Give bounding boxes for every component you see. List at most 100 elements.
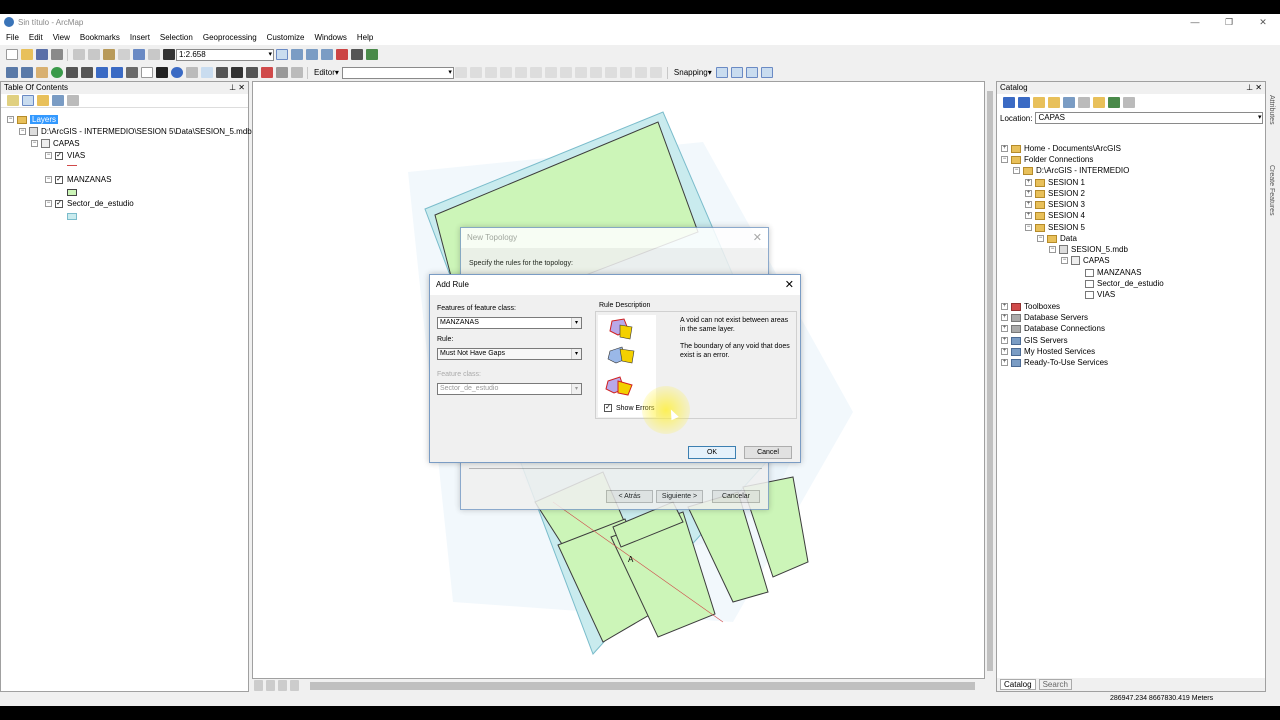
- ok-button[interactable]: OK: [688, 446, 736, 459]
- redo-icon[interactable]: [147, 49, 160, 60]
- catalog-new-folder-icon[interactable]: [1092, 96, 1105, 108]
- close-window-button[interactable]: ✕: [1246, 14, 1280, 30]
- sketch-properties-icon[interactable]: [635, 67, 648, 78]
- create-viewer-icon[interactable]: [290, 67, 303, 78]
- toc-group-row[interactable]: − CAPAS: [31, 139, 80, 148]
- end-point-arc-icon[interactable]: [500, 67, 513, 78]
- catalog-hosted-row[interactable]: + My Hosted Services: [1001, 347, 1095, 356]
- catalog-sesion5-row[interactable]: − SESION 5: [1025, 223, 1085, 232]
- point-icon[interactable]: [530, 67, 543, 78]
- print-icon[interactable]: [50, 49, 63, 60]
- sector-checkbox[interactable]: ✓: [55, 199, 63, 208]
- minimize-button[interactable]: —: [1178, 14, 1212, 30]
- menu-selection[interactable]: Selection: [160, 33, 193, 42]
- catalog-sesion1-row[interactable]: + SESION 1: [1025, 178, 1085, 187]
- forward-extent-icon[interactable]: [110, 67, 123, 78]
- catalog-close-icon[interactable]: ✕: [1255, 83, 1262, 92]
- full-extent-icon[interactable]: [50, 67, 63, 78]
- split-icon[interactable]: [590, 67, 603, 78]
- catalog-connect-folder-icon[interactable]: [1062, 96, 1075, 108]
- feature-class-combo[interactable]: Sector_de_estudio ▾: [437, 383, 582, 395]
- catalog-folder-connections-row[interactable]: − Folder Connections: [1001, 155, 1093, 164]
- menu-view[interactable]: View: [53, 33, 70, 42]
- manzanas-checkbox[interactable]: ✓: [55, 175, 63, 184]
- toc-layers-row[interactable]: − Layers: [7, 115, 59, 124]
- menu-file[interactable]: File: [6, 33, 19, 42]
- next-button[interactable]: Siguiente >: [656, 490, 703, 503]
- create-features-side-tab[interactable]: Create Features: [1268, 165, 1275, 216]
- attributes-side-tab[interactable]: Attributes: [1268, 95, 1275, 125]
- delete-icon[interactable]: [117, 49, 130, 60]
- catalog-sesion2-row[interactable]: + SESION 2: [1025, 189, 1085, 198]
- catalog-db-connections-row[interactable]: + Database Connections: [1001, 324, 1105, 333]
- toc-window-icon[interactable]: [305, 49, 318, 60]
- create-features-icon[interactable]: [650, 67, 663, 78]
- zoom-out-icon[interactable]: [20, 67, 33, 78]
- pause-drawing-icon[interactable]: [289, 680, 299, 691]
- cut-icon[interactable]: [72, 49, 85, 60]
- cancel-button[interactable]: Cancel: [744, 446, 792, 459]
- catalog-sesion4-row[interactable]: + SESION 4: [1025, 211, 1085, 220]
- vias-checkbox[interactable]: ✓: [55, 151, 63, 160]
- clear-selection-icon[interactable]: [140, 67, 153, 78]
- location-combo[interactable]: CAPAS ▾: [1035, 112, 1264, 124]
- editor-menu[interactable]: Editor▾: [314, 68, 339, 77]
- editor-toolbar-icon[interactable]: [275, 49, 288, 60]
- open-folder-icon[interactable]: [20, 49, 33, 60]
- edit-vertices-icon[interactable]: [545, 67, 558, 78]
- find-icon[interactable]: [230, 67, 243, 78]
- layers-label[interactable]: Layers: [30, 115, 59, 124]
- vertical-scroll-thumb[interactable]: [987, 91, 993, 671]
- python-icon[interactable]: [350, 49, 363, 60]
- menu-bookmarks[interactable]: Bookmarks: [80, 33, 120, 42]
- catalog-forward-icon[interactable]: [1017, 96, 1030, 108]
- trace-icon[interactable]: [515, 67, 528, 78]
- add-data-icon[interactable]: [162, 49, 175, 60]
- back-button[interactable]: < Atrás: [606, 490, 653, 503]
- copy-icon[interactable]: [87, 49, 100, 60]
- list-by-drawing-order-icon[interactable]: [6, 95, 19, 106]
- cut-polygons-icon[interactable]: [575, 67, 588, 78]
- catalog-home-icon[interactable]: [1032, 96, 1045, 108]
- model-builder-icon[interactable]: [365, 49, 378, 60]
- undo-icon[interactable]: [132, 49, 145, 60]
- cancelar-button[interactable]: Cancelar: [712, 490, 760, 503]
- menu-geoprocessing[interactable]: Geoprocessing: [203, 33, 257, 42]
- catalog-options-icon[interactable]: [1122, 96, 1135, 108]
- catalog-sesion3-row[interactable]: + SESION 3: [1025, 200, 1085, 209]
- menu-insert[interactable]: Insert: [130, 33, 150, 42]
- identify-icon[interactable]: [170, 67, 183, 78]
- catalog-data-row[interactable]: − Data: [1037, 234, 1077, 243]
- catalog-sync-icon[interactable]: [1107, 96, 1120, 108]
- table-icon[interactable]: [290, 49, 303, 60]
- catalog-gis-servers-row[interactable]: + GIS Servers: [1001, 336, 1068, 345]
- new-topology-close-icon[interactable]: ✕: [753, 228, 762, 248]
- edit-layer-combo[interactable]: ▾: [341, 66, 454, 79]
- select-elements-icon[interactable]: [155, 67, 168, 78]
- list-by-visibility-icon[interactable]: [36, 95, 49, 106]
- list-by-selection-icon[interactable]: [51, 95, 64, 106]
- edit-tool-icon[interactable]: [455, 67, 468, 78]
- measure-icon[interactable]: [215, 67, 228, 78]
- toc-layer-manzanas[interactable]: − ✓ MANZANAS: [45, 175, 111, 184]
- toc-close-icon[interactable]: ✕: [238, 83, 245, 92]
- catalog-window-icon[interactable]: [320, 49, 333, 60]
- toc-layer-sector[interactable]: − ✓ Sector_de_estudio: [45, 199, 134, 208]
- scale-combo[interactable]: 1:2.658 ▾: [176, 48, 274, 61]
- catalog-tab[interactable]: Catalog: [1000, 679, 1036, 690]
- catalog-sector-row[interactable]: Sector_de_estudio: [1085, 279, 1164, 288]
- back-extent-icon[interactable]: [95, 67, 108, 78]
- show-errors-checkbox[interactable]: ✓: [604, 404, 612, 412]
- html-popup-icon[interactable]: [200, 67, 213, 78]
- toc-pin-icon[interactable]: ⊥: [229, 83, 236, 92]
- straight-segment-icon[interactable]: [485, 67, 498, 78]
- catalog-capas-row[interactable]: − CAPAS: [1061, 256, 1110, 265]
- vertex-snapping-icon[interactable]: [746, 67, 759, 78]
- catalog-manzanas-row[interactable]: MANZANAS: [1085, 268, 1141, 277]
- catalog-back-icon[interactable]: [1002, 96, 1015, 108]
- catalog-vias-row[interactable]: VIAS: [1085, 290, 1115, 299]
- catalog-ready-row[interactable]: + Ready-To-Use Services: [1001, 358, 1108, 367]
- snapping-menu[interactable]: Snapping▾: [674, 68, 712, 77]
- select-features-icon[interactable]: [125, 67, 138, 78]
- map-vertical-scrollbar[interactable]: [985, 81, 995, 679]
